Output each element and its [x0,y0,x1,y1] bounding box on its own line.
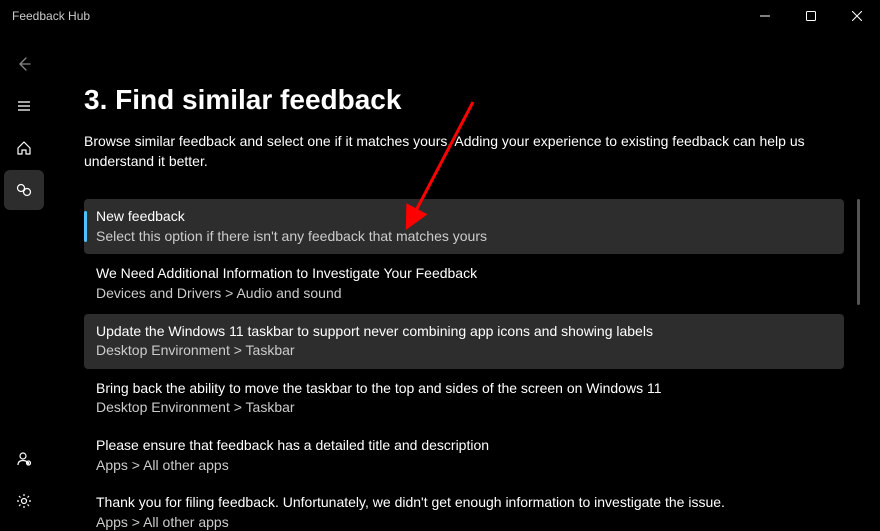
page-heading: 3. Find similar feedback [84,84,844,116]
nav-menu-button[interactable] [4,86,44,126]
feedback-item-title: Update the Windows 11 taskbar to support… [96,322,832,342]
back-button[interactable] [4,44,44,84]
nav-feedback[interactable] [4,170,44,210]
maximize-icon [806,11,816,21]
gear-icon [16,493,32,509]
feedback-item-subtitle: Devices and Drivers > Audio and sound [96,284,832,304]
scrollbar[interactable] [857,199,860,305]
app-body: 3. Find similar feedback Browse similar … [0,32,880,531]
feedback-item-title: New feedback [96,207,832,227]
feedback-item-subtitle: Apps > All other apps [96,513,832,531]
feedback-item-subtitle: Desktop Environment > Taskbar [96,341,832,361]
home-icon [16,140,32,156]
profile-icon [15,450,33,468]
feedback-item-title: We Need Additional Information to Invest… [96,264,832,284]
sidebar [0,32,48,531]
back-arrow-icon [16,56,32,72]
feedback-item[interactable]: New feedbackSelect this option if there … [84,199,844,254]
minimize-button[interactable] [742,0,788,32]
close-icon [852,11,862,21]
feedback-item[interactable]: Bring back the ability to move the taskb… [84,371,844,426]
feedback-item-title: Please ensure that feedback has a detail… [96,436,832,456]
feedback-item[interactable]: We Need Additional Information to Invest… [84,256,844,311]
nav-settings[interactable] [4,481,44,521]
minimize-icon [760,11,770,21]
feedback-item-subtitle: Desktop Environment > Taskbar [96,398,832,418]
feedback-list: New feedbackSelect this option if there … [84,199,844,531]
page-description: Browse similar feedback and select one i… [84,132,824,171]
maximize-button[interactable] [788,0,834,32]
feedback-item-subtitle: Select this option if there isn't any fe… [96,227,832,247]
window-title: Feedback Hub [12,9,90,23]
window-controls [742,0,880,32]
feedback-item-title: Bring back the ability to move the taskb… [96,379,832,399]
nav-profile[interactable] [4,439,44,479]
feedback-item[interactable]: Update the Windows 11 taskbar to support… [84,314,844,369]
nav-home[interactable] [4,128,44,168]
feedback-item[interactable]: Please ensure that feedback has a detail… [84,428,844,483]
feedback-item-title: Thank you for filing feedback. Unfortuna… [96,493,832,513]
feedback-icon [15,181,33,199]
titlebar: Feedback Hub [0,0,880,32]
close-button[interactable] [834,0,880,32]
main-content: 3. Find similar feedback Browse similar … [48,32,880,531]
feedback-list-container: New feedbackSelect this option if there … [84,199,844,531]
feedback-item[interactable]: Thank you for filing feedback. Unfortuna… [84,485,844,531]
feedback-item-subtitle: Apps > All other apps [96,456,832,476]
hamburger-icon [16,98,32,114]
